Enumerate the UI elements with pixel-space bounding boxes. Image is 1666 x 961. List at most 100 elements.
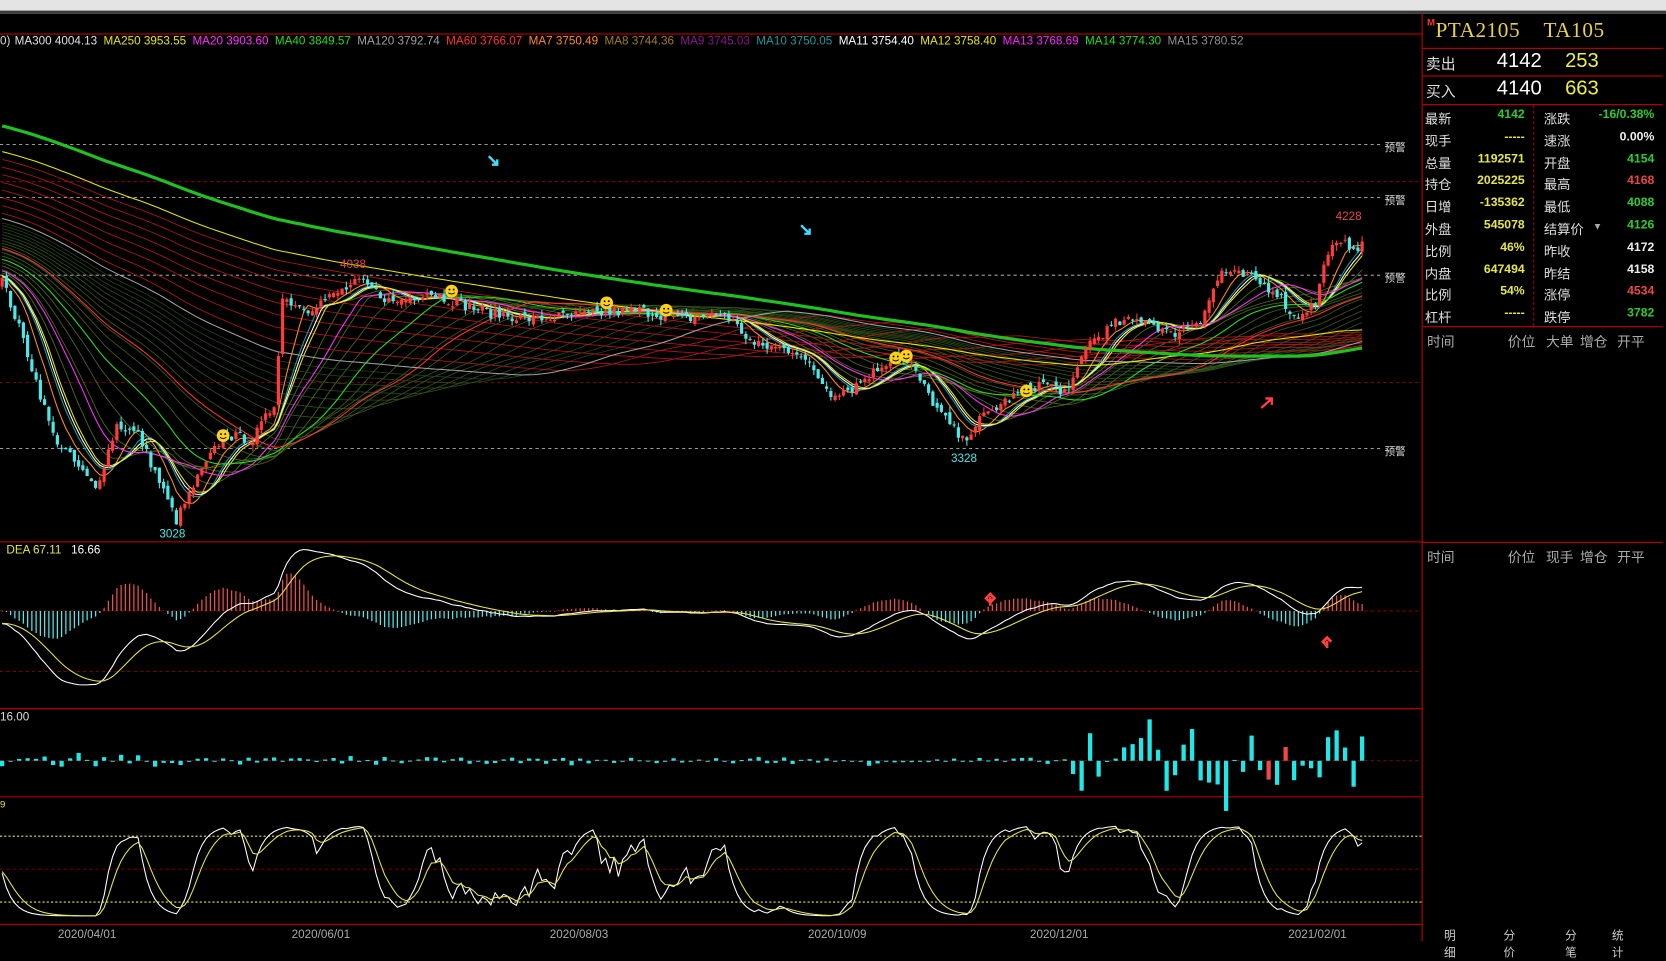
dropdown-caret-icon[interactable]: ▼ <box>1593 221 1602 232</box>
candle <box>217 444 221 449</box>
volume-bar <box>756 757 761 761</box>
candle <box>939 402 943 413</box>
candle-body <box>1037 381 1041 390</box>
candle-body <box>336 292 340 296</box>
candle-body <box>1126 317 1130 319</box>
volume-bar <box>297 758 302 761</box>
candle <box>808 357 812 368</box>
candle-body <box>740 322 744 334</box>
candle-body <box>1054 381 1058 386</box>
smiley-signal-icon <box>1020 384 1033 398</box>
alert-label[interactable]: 预警 <box>1384 442 1405 458</box>
candle-body <box>128 428 132 430</box>
quote-value: 54% <box>1500 285 1525 298</box>
candle-body <box>187 491 191 505</box>
volume-bar <box>25 758 30 761</box>
volume-bar <box>170 760 175 764</box>
dea-line <box>2 555 1363 682</box>
candle <box>1343 234 1347 243</box>
volume-bar <box>935 759 940 761</box>
candle-body <box>293 305 297 307</box>
candle <box>1118 320 1122 326</box>
candle-body <box>72 449 76 462</box>
tab-3[interactable]: 统计 <box>1612 927 1624 961</box>
ma-legend-item: MA12 3758.40 <box>920 35 997 48</box>
candle <box>497 305 501 322</box>
kline-chart[interactable] <box>0 0 1422 941</box>
candle-body <box>429 290 433 295</box>
candle-body <box>153 467 157 471</box>
candle <box>948 406 952 426</box>
volume-bar <box>263 758 268 761</box>
volume-bar <box>1003 760 1008 762</box>
candle <box>740 319 744 334</box>
quote-label[interactable]: 结算价 <box>1544 218 1584 238</box>
ma-fan-line <box>1 262 1363 468</box>
smiley-signal-icon <box>216 429 230 442</box>
candle <box>429 290 433 297</box>
candle-body <box>999 404 1003 411</box>
ma-legend-item: MA15 3780.52 <box>1167 35 1244 48</box>
candle-body <box>706 315 710 317</box>
volume-bar <box>238 760 243 765</box>
volume-bar <box>569 760 574 766</box>
alert-label[interactable]: 预警 <box>1384 269 1405 285</box>
smiley-eye <box>224 433 227 435</box>
candle-body <box>208 452 212 460</box>
candle-body <box>234 432 238 439</box>
candle <box>60 444 64 453</box>
candle <box>910 359 914 370</box>
candle <box>455 294 459 306</box>
candle <box>1288 310 1292 320</box>
smiley-face <box>889 351 903 365</box>
candle-body <box>472 306 476 310</box>
candle-body <box>961 435 965 439</box>
quote-row: 日增 -135362 最低 4088 <box>1423 194 1663 216</box>
volume-bar <box>331 758 336 761</box>
candle-body <box>587 311 591 313</box>
candle-body <box>616 310 620 316</box>
alert-label[interactable]: 预警 <box>1384 191 1405 208</box>
candle <box>276 352 280 410</box>
candle <box>1292 314 1296 319</box>
quote-value: 46% <box>1500 240 1525 254</box>
candle <box>213 441 217 455</box>
alert-label[interactable]: 预警 <box>1384 138 1405 154</box>
candle <box>162 478 166 494</box>
quote-value: 4154 <box>1627 152 1655 166</box>
candle <box>1296 313 1300 320</box>
candle-body <box>757 341 761 347</box>
candle-body <box>1271 292 1275 295</box>
candle-body <box>26 334 30 358</box>
candle-body <box>391 295 395 302</box>
candle <box>1335 240 1339 251</box>
arrow-down-icon <box>487 155 499 166</box>
candle-body <box>871 368 875 378</box>
volume-bar <box>1283 746 1288 761</box>
tab-1[interactable]: 分价 <box>1503 927 1515 961</box>
indicator-selector[interactable]: 0) <box>0 35 10 48</box>
candle-body <box>595 306 599 312</box>
candle <box>1228 270 1232 277</box>
volume-bar <box>994 758 999 761</box>
smiley-eye <box>667 307 670 310</box>
ma-legend: 0) MA300 4004.13 MA250 3953.55 MA20 3903.60… <box>0 35 1250 52</box>
column-header: 开平 <box>1617 333 1645 350</box>
candle <box>166 480 170 500</box>
candle-body <box>1182 326 1186 330</box>
candle-body <box>1012 393 1016 399</box>
candle-body <box>973 426 977 433</box>
column-header: 价位 <box>1507 549 1536 566</box>
trading-window: 0) MA300 4004.13 MA250 3953.55 MA20 3903.60… <box>0 0 1666 959</box>
volume-bar <box>365 760 370 762</box>
date-tick: 2020/04/01 <box>57 928 117 942</box>
tab-2[interactable]: 分笔 <box>1565 927 1577 961</box>
volume-bar <box>663 760 668 762</box>
date-tick: 2020/06/01 <box>291 928 351 942</box>
candle <box>1326 251 1330 267</box>
tab-0[interactable]: 明细 <box>1444 927 1456 961</box>
candle <box>1224 268 1228 276</box>
volume-bar <box>8 760 13 762</box>
quote-label: 比例 <box>1424 244 1452 260</box>
volume-bar <box>850 760 855 762</box>
